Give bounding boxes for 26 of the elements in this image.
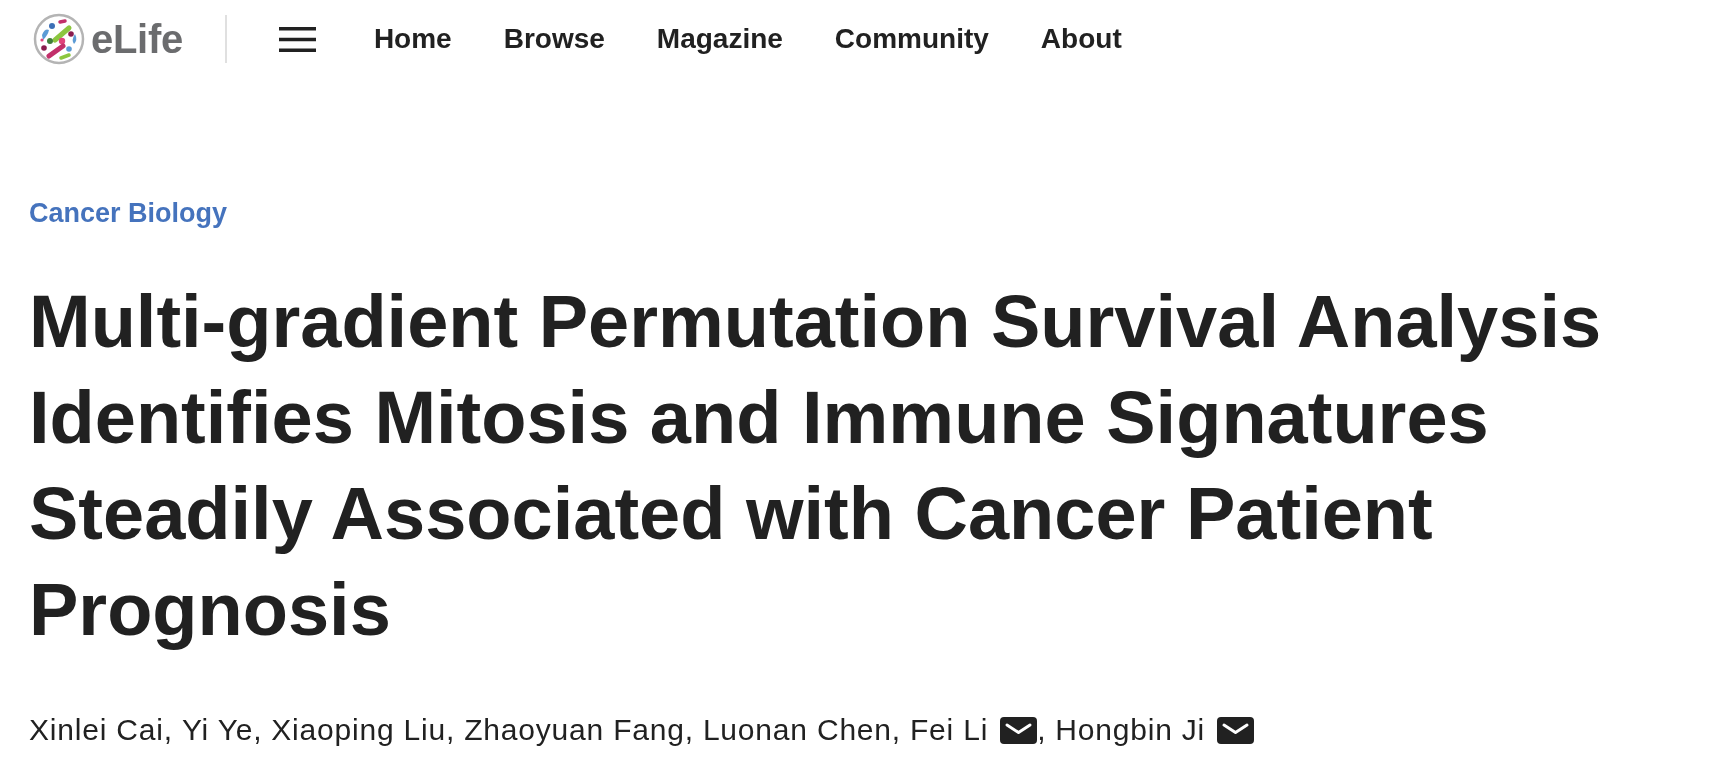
author-link[interactable]: Zhaoyuan Fang	[464, 710, 685, 750]
separator-comma: ,	[446, 712, 456, 748]
nav-link[interactable]: Community	[834, 23, 989, 55]
logo-icon	[33, 13, 85, 65]
separator-comma: ,	[253, 712, 263, 748]
nav-link[interactable]: Browse	[503, 23, 605, 55]
author-link[interactable]: Xiaoping Liu	[271, 710, 447, 750]
separator-comma: ,	[163, 712, 173, 748]
separator-comma: ,	[1037, 712, 1047, 748]
email-icon[interactable]	[1000, 716, 1038, 744]
author-link[interactable]: Luonan Chen	[702, 710, 892, 750]
author-link[interactable]: Hongbin Ji	[1055, 710, 1206, 750]
nav-link[interactable]: Home	[373, 23, 452, 55]
author-link[interactable]: Yi Ye	[181, 710, 254, 750]
nav-link[interactable]: About	[1040, 23, 1122, 55]
logo-text[interactable]: eLife	[91, 19, 183, 59]
email-icon[interactable]	[1217, 716, 1255, 744]
separator-comma: ,	[684, 712, 694, 748]
separator-comma: ,	[891, 712, 901, 748]
nav-link[interactable]: Magazine	[656, 23, 783, 55]
author-link[interactable]: Xinlei Cai	[29, 710, 164, 750]
author-link[interactable]: Fei Li	[910, 710, 989, 750]
menu-icon	[278, 26, 316, 52]
subject-link[interactable]: Cancer Biology	[29, 195, 228, 231]
article-title: Multi-gradient Permutation Survival Analysis Identifies Mitosis and Immune Signatures Steadily Associated with Cancer Patient Prognosis	[29, 279, 1603, 653]
menu-button[interactable]	[278, 26, 316, 52]
